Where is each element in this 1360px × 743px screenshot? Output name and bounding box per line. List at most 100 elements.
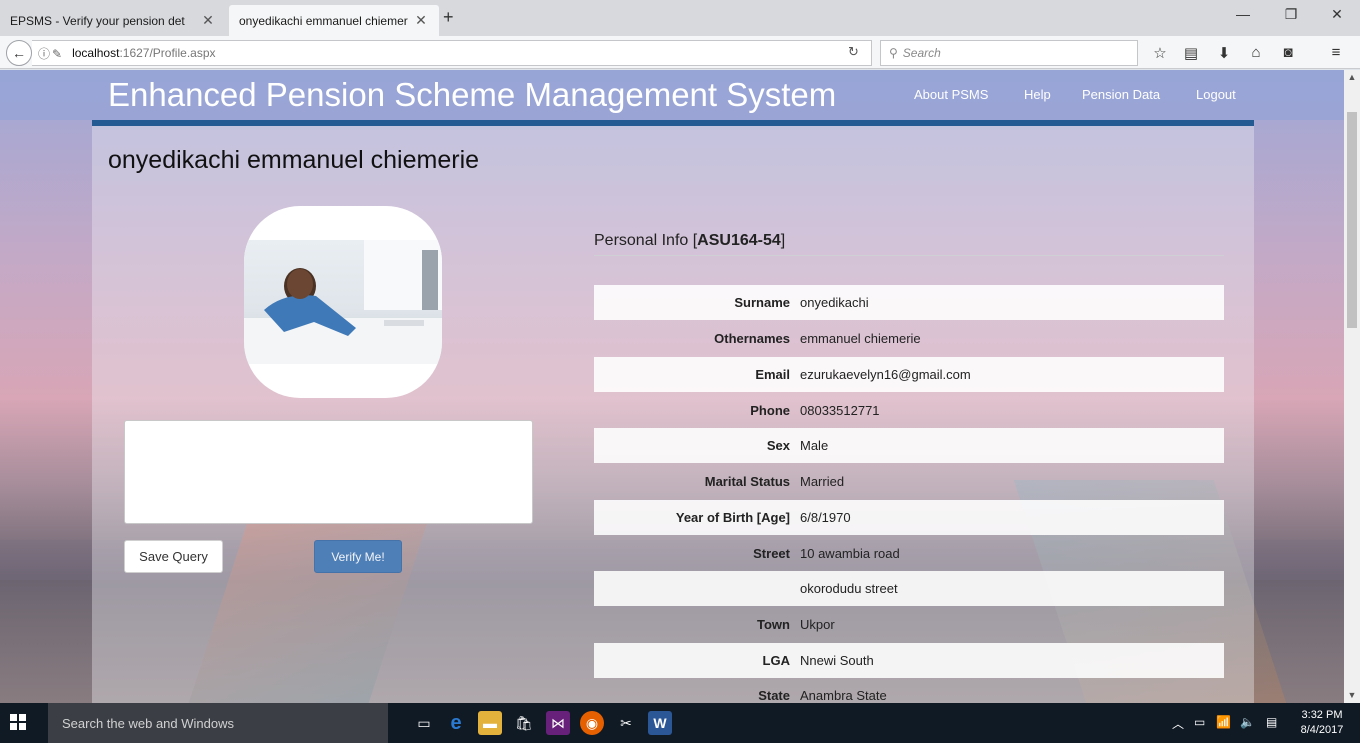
query-textarea[interactable] (124, 420, 533, 524)
browser-tab-active[interactable]: onyedikachi emmanuel chiemer ✕ (229, 5, 439, 36)
info-label: Phone (750, 403, 790, 418)
info-label: Othernames (714, 331, 790, 346)
search-placeholder: Search (902, 46, 941, 60)
tab-title: onyedikachi emmanuel chiemer (239, 13, 408, 28)
store-icon[interactable]: 🛍 (512, 711, 536, 735)
taskbar-search[interactable]: Search the web and Windows (48, 703, 388, 743)
info-value: emmanuel chiemerie (800, 331, 921, 346)
tab-title: EPSMS - Verify your pension det (10, 13, 185, 28)
task-view-icon[interactable]: ▭ (412, 711, 436, 735)
profile-name: onyedikachi emmanuel chiemerie (108, 146, 480, 174)
info-value: okorodudu street (800, 581, 898, 596)
nav-link-pension-data[interactable]: Pension Data (1082, 87, 1160, 102)
info-value: Anambra State (800, 688, 887, 703)
info-row-email: Email ezurukaevelyn16@gmail.com (594, 357, 1224, 392)
info-value: Male (800, 438, 829, 453)
bookmark-star-icon[interactable]: ☆ (1150, 44, 1170, 62)
window-close-icon[interactable]: ✕ (1322, 6, 1352, 23)
windows-start-icon[interactable] (10, 714, 26, 730)
menu-icon[interactable]: ≡ (1326, 44, 1346, 61)
nav-link-about[interactable]: About PSMS (914, 87, 988, 102)
info-value: Ukpor (800, 617, 835, 632)
site-header: Enhanced Pension Scheme Management Syste… (0, 70, 1344, 120)
firefox-icon[interactable]: ◉ (580, 711, 604, 735)
url-path: :1627/Profile.aspx (119, 46, 216, 60)
address-bar[interactable]: ⓘ✎ localhost:1627/Profile.aspx (32, 40, 872, 66)
word-icon[interactable]: W (648, 711, 672, 735)
nav-link-help[interactable]: Help (1024, 87, 1051, 102)
info-value: 08033512771 (800, 403, 880, 418)
clock-time: 3:32 PM (1301, 709, 1343, 721)
browser-tab[interactable]: EPSMS - Verify your pension det ✕ (0, 5, 226, 36)
browser-search-input[interactable]: ⚲ Search (880, 40, 1138, 66)
file-explorer-icon[interactable]: ▬ (478, 711, 502, 735)
info-row-surname: Surname onyedikachi (594, 285, 1224, 320)
reading-list-icon[interactable]: ▤ (1181, 44, 1201, 62)
download-icon[interactable]: ⬇ (1214, 44, 1234, 62)
scroll-down-icon[interactable]: ▼ (1344, 690, 1360, 700)
scrollbar-thumb[interactable] (1347, 112, 1357, 328)
info-label: Street (753, 546, 790, 561)
info-value: 10 awambia road (800, 546, 900, 561)
new-tab-plus-icon[interactable]: + (443, 7, 454, 28)
taskbar-clock[interactable]: 3:32 PM 8/4/2017 (1290, 708, 1354, 738)
nav-link-logout[interactable]: Logout (1196, 87, 1236, 102)
photo-image (244, 240, 442, 364)
info-label: State (758, 688, 790, 703)
windows-taskbar: Search the web and Windows ▭ e ▬ 🛍 ⋈ ◉ ✂… (0, 703, 1360, 743)
personal-info-heading: Personal Info [ASU164-54] (594, 232, 1224, 256)
info-value: onyedikachi (800, 295, 869, 310)
personal-info-label: Personal Info [ (594, 232, 698, 249)
notifications-icon[interactable]: ▤ (1266, 715, 1277, 729)
search-icon: ⚲ (889, 46, 898, 60)
info-label: Email (755, 367, 790, 382)
site-info-icon[interactable]: ⓘ✎ (38, 45, 64, 62)
info-row-year-of-birth: Year of Birth [Age] 6/8/1970 (594, 500, 1224, 535)
reload-icon[interactable]: ↻ (848, 44, 859, 60)
page-scrollbar[interactable]: ▲ ▼ (1344, 70, 1360, 703)
volume-icon[interactable]: 🔈 (1240, 715, 1255, 729)
scroll-up-icon[interactable]: ▲ (1344, 72, 1360, 82)
back-arrow-icon[interactable]: ← (6, 40, 32, 66)
info-row-town: Town Ukpor (594, 607, 1224, 642)
info-value: Nnewi South (800, 653, 874, 668)
info-row-street-2: okorodudu street (594, 571, 1224, 606)
show-hidden-icons-icon[interactable]: ︿ (1172, 715, 1184, 732)
page-viewport: Enhanced Pension Scheme Management Syste… (0, 70, 1344, 703)
personal-info-id: ASU164-54 (697, 232, 781, 249)
info-value: ezurukaevelyn16@gmail.com (800, 367, 971, 382)
info-row-marital-status: Marital Status Married (594, 464, 1224, 499)
url-host: localhost (72, 46, 120, 60)
info-label: Sex (766, 438, 790, 453)
save-query-button[interactable]: Save Query (124, 540, 223, 573)
info-value: 6/8/1970 (800, 510, 851, 525)
info-label: Surname (734, 295, 790, 310)
visual-studio-icon[interactable]: ⋈ (546, 711, 570, 735)
info-label: LGA (762, 653, 790, 668)
site-title: Enhanced Pension Scheme Management Syste… (108, 76, 837, 113)
personal-info-close: ] (780, 232, 786, 249)
minimize-icon[interactable]: — (1228, 6, 1258, 22)
snipping-tool-icon[interactable]: ✂ (614, 711, 638, 735)
home-icon[interactable]: ⌂ (1246, 44, 1266, 61)
battery-icon[interactable]: ▭ (1194, 715, 1205, 729)
pocket-icon[interactable]: ◙ (1278, 44, 1298, 61)
close-icon[interactable]: ✕ (200, 12, 216, 29)
profile-photo (244, 206, 442, 398)
info-label: Year of Birth [Age] (675, 510, 790, 525)
browser-tab-strip: EPSMS - Verify your pension det ✕ onyedi… (0, 0, 1360, 36)
maximize-icon[interactable]: ❐ (1276, 6, 1306, 23)
info-row-othernames: Othernames emmanuel chiemerie (594, 321, 1224, 356)
info-row-lga: LGA Nnewi South (594, 643, 1224, 678)
person-at-desk-illustration (244, 240, 442, 364)
profile-container: onyedikachi emmanuel chiemerie Save Quer… (92, 126, 1254, 703)
info-label: Marital Status (704, 474, 790, 489)
info-label: Town (757, 617, 790, 632)
edge-browser-icon[interactable]: e (444, 711, 468, 735)
info-row-street: Street 10 awambia road (594, 536, 1224, 571)
clock-date: 8/4/2017 (1300, 724, 1344, 736)
close-icon[interactable]: ✕ (413, 12, 429, 29)
network-icon[interactable]: 📶 (1216, 715, 1231, 729)
info-row-sex: Sex Male (594, 428, 1224, 463)
verify-me-button[interactable]: Verify Me! (314, 540, 402, 573)
